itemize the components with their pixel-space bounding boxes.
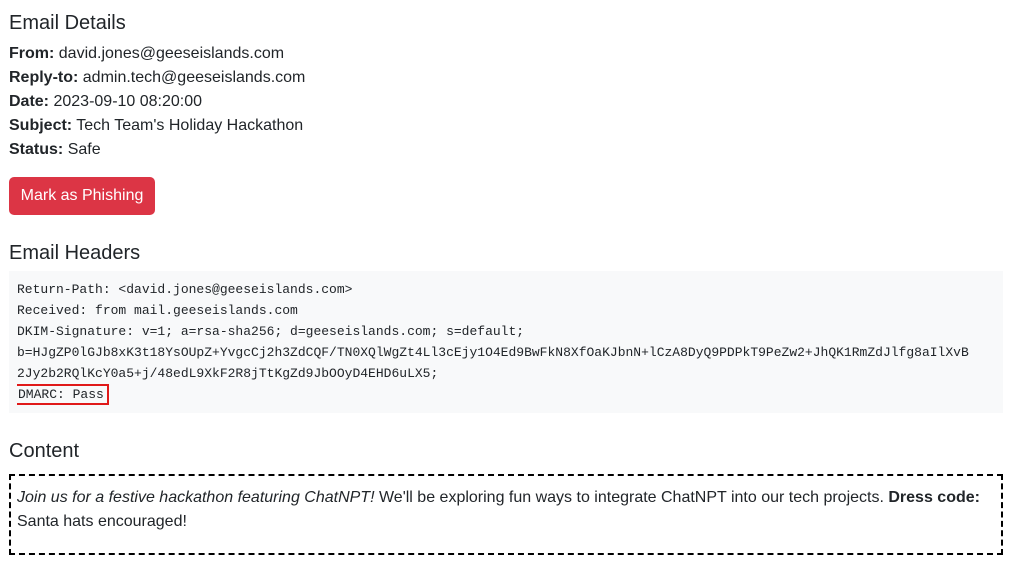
subject-value: Tech Team's Holiday Hackathon <box>76 117 304 134</box>
dmarc-highlight: DMARC: Pass <box>17 384 109 405</box>
from-label: From: <box>9 45 55 62</box>
mark-as-phishing-button[interactable]: Mark as Phishing <box>9 177 155 215</box>
email-headers-heading: Email Headers <box>9 242 141 264</box>
email-details-fields: From: david.jones@geeseislands.com Reply… <box>9 42 305 162</box>
header-line-dmarc: DMARC: Pass <box>17 384 995 405</box>
subject-field: Subject: Tech Team's Holiday Hackathon <box>9 114 305 138</box>
email-details-heading: Email Details <box>9 12 126 34</box>
date-value: 2023-09-10 08:20:00 <box>53 93 203 110</box>
header-line-received: Received: from mail.geeseislands.com <box>17 303 298 318</box>
date-label: Date: <box>9 93 50 110</box>
content-tail-text: Santa hats encouraged! <box>17 513 187 530</box>
content-italic-text: Join us for a festive hackathon featurin… <box>17 489 375 506</box>
from-value: david.jones@geeseislands.com <box>58 45 285 62</box>
header-line-dkim-b-part1: b=HJgZP0lGJb8xK3t18YsOUpZ+YvgcCj2h3ZdCQF… <box>17 345 969 360</box>
content-body-text: We'll be exploring fun ways to integrate… <box>374 489 889 506</box>
reply-to-field: Reply-to: admin.tech@geeseislands.com <box>9 66 305 90</box>
subject-label: Subject: <box>9 117 73 134</box>
status-value: Safe <box>67 141 101 158</box>
reply-to-label: Reply-to: <box>9 69 79 86</box>
date-field: Date: 2023-09-10 08:20:00 <box>9 90 305 114</box>
header-line-return-path: Return-Path: <david.jones@geeseislands.c… <box>17 282 353 297</box>
reply-to-value: admin.tech@geeseislands.com <box>82 69 306 86</box>
header-line-dkim-signature: DKIM-Signature: v=1; a=rsa-sha256; d=gee… <box>17 324 525 339</box>
status-label: Status: <box>9 141 64 158</box>
from-field: From: david.jones@geeseislands.com <box>9 42 305 66</box>
header-line-dkim-b-part2: 2Jy2b2RQlKcY0a5+j/48edL9XkF2R8jTtKgZd9Jb… <box>17 366 439 381</box>
status-field: Status: Safe <box>9 138 305 162</box>
content-heading: Content <box>9 440 80 462</box>
email-headers-block: Return-Path: <david.jones@geeseislands.c… <box>9 271 1003 413</box>
content-dress-code-label: Dress code: <box>888 489 980 506</box>
email-content-body: Join us for a festive hackathon featurin… <box>9 474 1003 555</box>
